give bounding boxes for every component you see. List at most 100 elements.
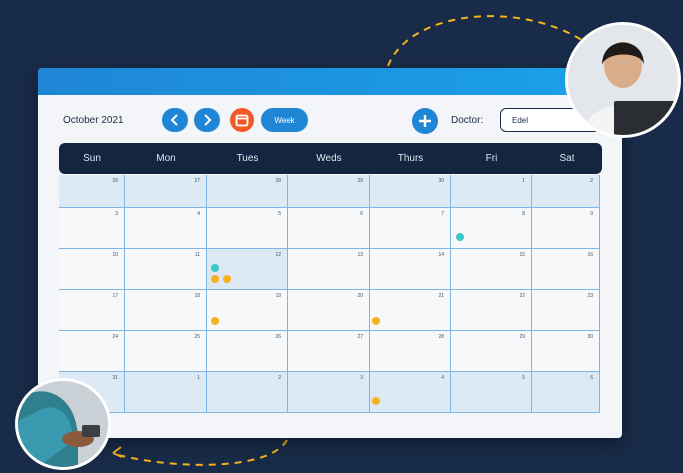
woman-laptop-photo: [568, 25, 678, 135]
day-number: 15: [519, 252, 525, 258]
day-cell[interactable]: 19: [207, 290, 288, 331]
day-cell[interactable]: 4: [370, 372, 451, 413]
day-cell[interactable]: 15: [451, 249, 532, 290]
day-cell[interactable]: 2: [207, 372, 288, 413]
day-cell[interactable]: 10: [59, 249, 125, 290]
day-number: 23: [587, 293, 593, 299]
month-label: October 2021: [63, 115, 124, 126]
day-number: 14: [438, 252, 444, 258]
day-cell[interactable]: 27: [288, 331, 370, 372]
day-cell[interactable]: 28: [370, 331, 451, 372]
woman-laptop-avatar: [565, 22, 681, 138]
man-phone-avatar: [15, 378, 111, 470]
day-cell[interactable]: 3: [288, 372, 370, 413]
weekday-sun: Sun: [83, 153, 101, 164]
day-cell[interactable]: 30: [532, 331, 600, 372]
next-month-button[interactable]: [194, 108, 220, 132]
day-number: 2: [590, 178, 593, 184]
day-cell[interactable]: 5: [207, 208, 288, 249]
day-cell[interactable]: 23: [532, 290, 600, 331]
day-number: 31: [112, 375, 118, 381]
weekday-thurs: Thurs: [397, 153, 424, 164]
day-cell[interactable]: 11: [125, 249, 207, 290]
day-cell[interactable]: 6: [532, 372, 600, 413]
day-cell[interactable]: 1: [451, 175, 532, 208]
day-cell[interactable]: 25: [125, 331, 207, 372]
day-number: 27: [194, 178, 200, 184]
day-cell[interactable]: 29: [288, 175, 370, 208]
appointment-dot[interactable]: [211, 275, 219, 283]
day-number: 29: [519, 334, 525, 340]
day-number: 6: [360, 211, 363, 217]
day-number: 20: [357, 293, 363, 299]
day-number: 28: [438, 334, 444, 340]
appointment-dot[interactable]: [211, 264, 219, 272]
day-cell[interactable]: 5: [451, 372, 532, 413]
day-cell[interactable]: 13: [288, 249, 370, 290]
day-cell[interactable]: 7: [370, 208, 451, 249]
day-cell[interactable]: 9: [532, 208, 600, 249]
day-number: 18: [194, 293, 200, 299]
day-cell[interactable]: 12: [207, 249, 288, 290]
day-cell[interactable]: 18: [125, 290, 207, 331]
day-number: 3: [115, 211, 118, 217]
add-appointment-button[interactable]: [412, 108, 438, 134]
appointment-dot[interactable]: [211, 317, 219, 325]
day-number: 1: [522, 178, 525, 184]
day-number: 10: [112, 252, 118, 258]
chevron-left-icon: [170, 114, 178, 126]
day-number: 12: [275, 252, 281, 258]
day-number: 4: [441, 375, 444, 381]
day-number: 5: [278, 211, 281, 217]
weekday-sat: Sat: [559, 153, 575, 164]
man-phone-photo: [18, 381, 108, 467]
day-number: 2: [278, 375, 281, 381]
day-cell[interactable]: 30: [370, 175, 451, 208]
weekday-header: Sun Mon Tues Weds Thurs Fri Sat: [59, 143, 602, 174]
day-cell[interactable]: 3: [59, 208, 125, 249]
calendar-view-button[interactable]: [230, 108, 254, 132]
day-cell[interactable]: 1: [125, 372, 207, 413]
appointment-dot[interactable]: [372, 317, 380, 325]
day-cell[interactable]: 29: [451, 331, 532, 372]
day-number: 13: [357, 252, 363, 258]
appointment-dot[interactable]: [456, 233, 464, 241]
day-cell[interactable]: 26: [207, 331, 288, 372]
calendar-window: October 2021 Week Doctor: Edel Sun Mon T…: [38, 68, 622, 438]
weekday-weds: Weds: [316, 153, 342, 164]
appointment-dot[interactable]: [372, 397, 380, 405]
day-number: 17: [112, 293, 118, 299]
day-number: 16: [587, 252, 593, 258]
day-cell[interactable]: 4: [125, 208, 207, 249]
day-number: 21: [438, 293, 444, 299]
appointment-dot[interactable]: [223, 275, 231, 283]
weekday-mon: Mon: [156, 153, 176, 164]
day-cell[interactable]: 28: [207, 175, 288, 208]
day-number: 6: [590, 375, 593, 381]
week-view-button[interactable]: Week: [261, 108, 308, 132]
day-number: 11: [194, 252, 200, 258]
day-number: 26: [275, 334, 281, 340]
day-cell[interactable]: 6: [288, 208, 370, 249]
day-cell[interactable]: 24: [59, 331, 125, 372]
day-cell[interactable]: 2: [532, 175, 600, 208]
day-number: 5: [522, 375, 525, 381]
day-cell[interactable]: 16: [532, 249, 600, 290]
day-cell[interactable]: 17: [59, 290, 125, 331]
day-cell[interactable]: 22: [451, 290, 532, 331]
previous-month-button[interactable]: [162, 108, 188, 132]
month-grid: 26 27 28 29 30 1 2 3 4 5 6 7 8 9 10 11 12 13 14 15 16 17 18 19 2…: [59, 175, 600, 413]
day-cell[interactable]: 20: [288, 290, 370, 331]
day-number: 7: [441, 211, 444, 217]
day-cell[interactable]: 14: [370, 249, 451, 290]
day-number: 27: [357, 334, 363, 340]
day-cell[interactable]: 26: [59, 175, 125, 208]
day-number: 29: [357, 178, 363, 184]
day-cell[interactable]: 21: [370, 290, 451, 331]
day-number: 24: [112, 334, 118, 340]
day-cell[interactable]: 8: [451, 208, 532, 249]
day-number: 30: [438, 178, 444, 184]
day-cell[interactable]: 27: [125, 175, 207, 208]
day-number: 30: [587, 334, 593, 340]
day-number: 19: [275, 293, 281, 299]
